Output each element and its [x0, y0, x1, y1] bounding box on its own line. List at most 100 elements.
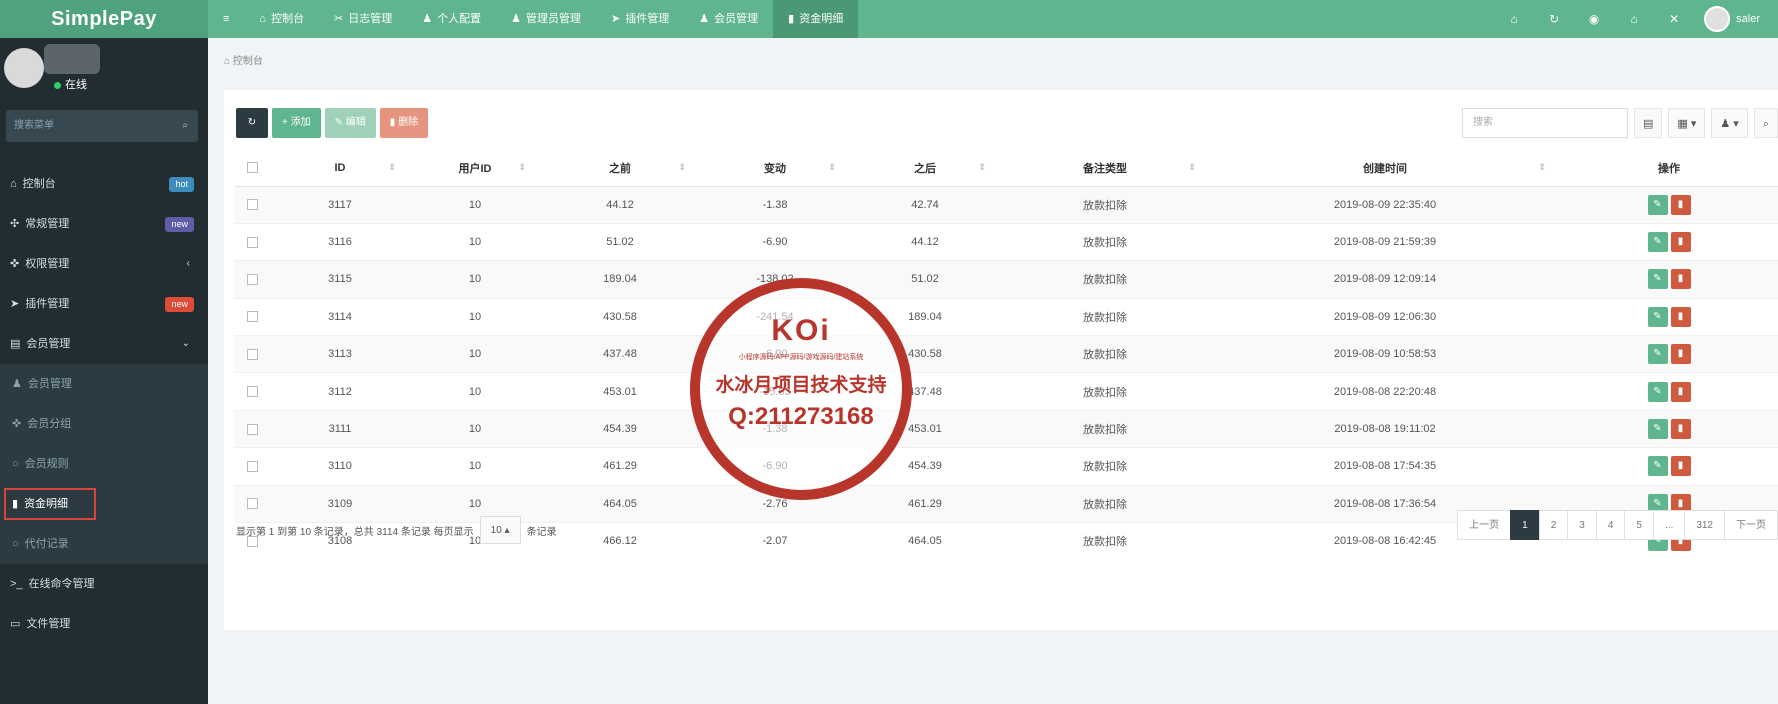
page-button[interactable]: 3 — [1567, 510, 1597, 540]
checkbox[interactable] — [246, 274, 258, 286]
sidebar-item[interactable]: ▭ 文件管理 — [0, 604, 208, 644]
sidebar-item[interactable]: ♟ 会员管理 — [0, 364, 208, 404]
breadcrumb[interactable]: ⌂ 控制台 — [224, 52, 263, 67]
table-row[interactable]: 311110454.39-1.38453.01放款扣除2019-08-08 19… — [234, 409, 1778, 448]
delete-icon[interactable]: ▮ — [1670, 456, 1691, 477]
toolbar-icon[interactable]: ✕ — [1654, 12, 1694, 26]
checkbox[interactable] — [246, 236, 258, 248]
delete-icon[interactable]: ▮ — [1670, 381, 1691, 402]
row-checkbox-cell[interactable] — [234, 297, 270, 336]
sort-icon[interactable]: ⇕ — [1538, 162, 1546, 173]
checkbox[interactable] — [246, 423, 258, 435]
page-button[interactable]: ... — [1652, 510, 1686, 540]
checkbox[interactable] — [246, 199, 258, 211]
columns-button[interactable]: ▦ ▾ — [1668, 108, 1706, 138]
toolbar-icon[interactable]: ◉ — [1574, 12, 1614, 26]
column-header[interactable]: 变动 ⇕ — [700, 150, 850, 187]
refresh-button[interactable]: ↻ — [236, 108, 268, 138]
sidebar-item[interactable]: ○ 代付记录 — [0, 524, 208, 564]
topnav-item[interactable]: ▮ 资金明细 — [773, 0, 859, 38]
row-checkbox-cell[interactable] — [234, 260, 270, 299]
table-row[interactable]: 311410430.58-241.54189.04放款扣除2019-08-09 … — [234, 297, 1778, 336]
edit-icon[interactable]: ✎ — [1647, 306, 1668, 327]
row-checkbox-cell[interactable] — [234, 372, 270, 411]
sort-icon[interactable]: ⇕ — [388, 162, 396, 173]
topnav-item[interactable]: ♟ 个人配置 — [407, 0, 496, 38]
checkbox[interactable] — [246, 311, 258, 323]
sidebar-item[interactable]: ⌂ 控制台 hot — [0, 164, 208, 204]
toggle-view-button[interactable]: ▤ — [1633, 108, 1663, 138]
page-button[interactable]: 5 — [1624, 510, 1654, 540]
table-row[interactable]: 311210453.01-15.53437.48放款扣除2019-08-08 2… — [234, 372, 1778, 411]
edit-icon[interactable]: ✎ — [1647, 344, 1668, 365]
column-header[interactable]: 创建时间 ⇕ — [1210, 150, 1560, 187]
table-row[interactable]: 3115 10 189.04 -138.02 51.02 放款扣除 2019-08-09 1… — [234, 260, 1778, 299]
edit-icon[interactable]: ✎ — [1647, 232, 1668, 253]
edit-button[interactable]: ✎ 编辑 — [324, 108, 376, 138]
sidebar-search-input[interactable]: 搜索菜单 ⌕ — [6, 110, 198, 142]
sidebar-item[interactable]: ▮ 资金明细 — [0, 484, 208, 524]
sidebar-item[interactable]: >_ 在线命令管理 — [0, 564, 208, 604]
edit-icon[interactable]: ✎ — [1647, 269, 1668, 290]
sort-icon[interactable]: ⇕ — [828, 162, 836, 173]
edit-icon[interactable]: ✎ — [1647, 194, 1668, 215]
row-checkbox-cell[interactable] — [234, 222, 270, 261]
column-header[interactable]: 用户ID ⇕ — [410, 150, 540, 187]
topnav-item[interactable]: ♟ 会员管理 — [684, 0, 773, 38]
table-row[interactable]: 311310437.48-6.90430.58放款扣除2019-08-09 10… — [234, 335, 1778, 373]
row-checkbox-cell[interactable] — [234, 447, 270, 486]
page-button[interactable]: 上一页 — [1457, 510, 1512, 540]
sidebar-item[interactable]: ✜ 权限管理 ‹ — [0, 244, 208, 284]
column-header[interactable]: 备注类型 ⇕ — [1000, 150, 1210, 187]
table-row[interactable]: 3117 10 44.12 -1.38 42.74 放款扣除 2019-08-09 22:3… — [234, 185, 1778, 224]
delete-icon[interactable]: ▮ — [1670, 232, 1691, 253]
page-button[interactable]: 下一页 — [1724, 510, 1778, 540]
checkbox[interactable] — [246, 386, 258, 398]
page-button[interactable]: 1 — [1510, 510, 1540, 540]
toolbar-icon[interactable]: ⌂ — [1494, 12, 1534, 26]
delete-icon[interactable]: ▮ — [1670, 419, 1691, 440]
search-toggle-button[interactable]: ⌕ — [1753, 108, 1778, 138]
user-menu[interactable]: saler — [1694, 6, 1778, 32]
sidebar-item[interactable]: ✜ 会员分组 — [0, 404, 208, 444]
page-button[interactable]: 2 — [1538, 510, 1569, 540]
add-button[interactable]: + 添加 — [272, 108, 321, 138]
topnav-item[interactable]: ➤ 插件管理 — [596, 0, 684, 38]
select-all-checkbox[interactable] — [234, 150, 270, 187]
search-icon[interactable]: ⌕ — [182, 110, 188, 142]
sidebar-item[interactable]: ✣ 常规管理 new — [0, 204, 208, 244]
edit-icon[interactable]: ✎ — [1647, 456, 1668, 477]
column-header[interactable]: 之后 ⇕ — [850, 150, 1000, 187]
column-header[interactable]: ID ⇕ — [270, 150, 410, 187]
checkbox[interactable] — [246, 461, 258, 473]
app-logo[interactable]: SimplePay — [0, 0, 208, 38]
export-button[interactable]: ♟ ▾ — [1711, 108, 1748, 138]
sidebar-item[interactable]: ○ 会员规则 — [0, 444, 208, 484]
delete-icon[interactable]: ▮ — [1670, 344, 1691, 365]
delete-icon[interactable]: ▮ — [1670, 269, 1691, 290]
sidebar-item[interactable]: ▤ 会员管理 ⌄ — [0, 324, 208, 364]
sort-icon[interactable]: ⇕ — [518, 162, 526, 173]
topnav-item[interactable]: ✂ 日志管理 — [319, 0, 407, 38]
edit-icon[interactable]: ✎ — [1647, 381, 1668, 402]
delete-icon[interactable]: ▮ — [1670, 194, 1691, 215]
sort-icon[interactable]: ⇕ — [678, 162, 686, 173]
table-row[interactable]: 3116 10 51.02 -6.90 44.12 放款扣除 2019-08-09 21:5… — [234, 222, 1778, 261]
column-header[interactable]: 之前 ⇕ — [540, 150, 700, 187]
table-row[interactable]: 311010461.29-6.90454.39放款扣除2019-08-08 17… — [234, 447, 1778, 486]
row-checkbox-cell[interactable] — [234, 335, 270, 373]
page-button[interactable]: 4 — [1595, 510, 1626, 540]
topnav-item[interactable]: ♟ 管理员管理 — [496, 0, 596, 38]
row-checkbox-cell[interactable] — [234, 409, 270, 448]
sort-icon[interactable]: ⇕ — [978, 162, 986, 173]
topnav-item[interactable]: ⌂ 控制台 — [244, 0, 319, 38]
delete-button[interactable]: ▮ 删除 — [379, 108, 429, 138]
row-checkbox-cell[interactable] — [234, 185, 270, 224]
checkbox[interactable] — [246, 162, 258, 174]
toolbar-icon[interactable]: ⌂ — [1614, 12, 1654, 26]
sort-icon[interactable]: ⇕ — [1188, 162, 1196, 173]
topnav-item[interactable]: ≡ — [208, 0, 244, 38]
page-button[interactable]: 312 — [1684, 510, 1725, 540]
table-search-input[interactable]: 搜索 — [1461, 108, 1628, 138]
checkbox[interactable] — [246, 498, 258, 510]
